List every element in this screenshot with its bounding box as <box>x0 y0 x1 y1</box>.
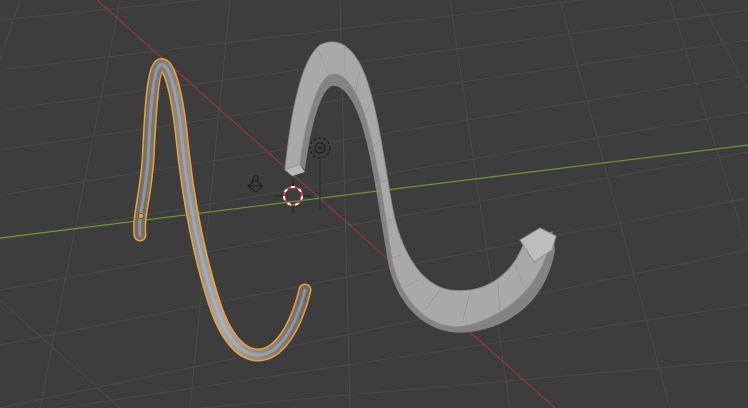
curve-tube[interactable] <box>133 58 312 362</box>
3d-viewport[interactable] <box>0 0 748 408</box>
curve-extruded[interactable] <box>284 41 557 333</box>
viewport-canvas[interactable] <box>0 0 748 408</box>
camera-icon[interactable] <box>247 175 263 193</box>
3d-cursor-icon[interactable] <box>275 178 311 214</box>
floor-grid <box>0 0 748 408</box>
origin-icon[interactable] <box>138 213 144 219</box>
